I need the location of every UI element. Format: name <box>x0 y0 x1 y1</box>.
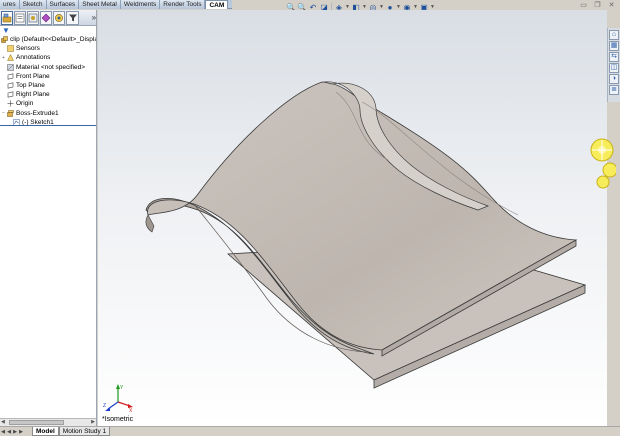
tree-root[interactable]: clip (Default<<Default>_Display <box>1 35 96 44</box>
filter-tab-icon[interactable] <box>66 10 79 25</box>
tab-features[interactable]: ures <box>0 0 20 9</box>
task-pane-tabs: ⌂ ▦ ⇆ ◫ ◑ ≣ <box>607 28 620 102</box>
close-icon[interactable]: ✕ <box>607 1 616 10</box>
tree-root-label: clip (Default<<Default>_Display <box>10 36 96 44</box>
scroll-right-icon[interactable]: ▶ <box>91 419 95 426</box>
tab-motion-study-1[interactable]: Motion Study 1 <box>58 427 111 436</box>
feature-tree-scrollbar[interactable]: ◀ ▶ <box>0 418 96 426</box>
view-palette-icon[interactable]: ◫ <box>609 63 619 73</box>
bottom-tab-bar: ◀ ◀ ▶ ▶ Model Motion Study 1 <box>0 426 620 436</box>
triad-z-label: Z <box>103 403 106 409</box>
tree-item-annotations[interactable]: + Annotations <box>1 53 96 62</box>
tree-item-label: Front Plane <box>16 72 50 80</box>
part-model[interactable] <box>98 10 607 426</box>
file-explorer-icon[interactable]: ⇆ <box>609 52 619 62</box>
appearance-callout-icon[interactable] <box>588 138 616 192</box>
part-icon <box>1 36 8 43</box>
origin-icon <box>7 100 14 107</box>
tree-item-right-plane[interactable]: Right Plane <box>1 90 96 99</box>
tab-model[interactable]: Model <box>32 427 59 436</box>
tab-scroll-arrows: ◀ ◀ ▶ ▶ <box>0 429 26 435</box>
minimize-icon[interactable]: ▭ <box>579 1 588 10</box>
triad-x-label: X <box>129 408 133 414</box>
view-orientation-label: *Isometric <box>102 416 134 423</box>
tab-cam[interactable]: CAM <box>205 0 229 9</box>
scroll-left-icon[interactable]: ◀ <box>1 419 5 426</box>
tree-item-origin[interactable]: Origin <box>1 99 96 108</box>
tree-item-sensors[interactable]: Sensors <box>1 44 96 53</box>
tab-sheet-metal[interactable]: Sheet Metal <box>79 0 121 9</box>
rollback-bar[interactable] <box>0 125 96 126</box>
graphics-area[interactable]: Y X Z *Isometric <box>98 10 607 426</box>
feature-tree-filter[interactable]: ▼ <box>0 26 96 35</box>
tree-item-label: Annotations <box>16 54 51 62</box>
tree-item-label: Right Plane <box>16 91 50 99</box>
design-library-icon[interactable]: ▦ <box>609 41 619 51</box>
tab-surfaces[interactable]: Surfaces <box>46 0 80 9</box>
tree-item-label: Origin <box>16 100 34 108</box>
tab-sketch[interactable]: Sketch <box>19 0 47 9</box>
filter-icon[interactable]: ▼ <box>2 26 10 35</box>
display-manager-tab-icon[interactable] <box>53 10 66 25</box>
reference-triad: Y X Z <box>103 384 133 414</box>
manager-tabs: » <box>0 10 96 26</box>
feature-manager-tab-icon[interactable] <box>1 10 14 25</box>
configuration-manager-tab-icon[interactable] <box>27 10 40 25</box>
sensors-icon <box>7 45 14 53</box>
curl-front-edge <box>145 214 155 233</box>
custom-properties-icon[interactable]: ≣ <box>609 85 619 95</box>
plane-icon <box>7 91 14 98</box>
last-tab-icon[interactable]: ▶ <box>18 429 24 435</box>
dimxpert-manager-tab-icon[interactable] <box>40 10 53 25</box>
plane-icon <box>7 82 14 89</box>
plane-icon <box>7 73 14 80</box>
expand-icon[interactable]: + <box>1 55 6 61</box>
command-manager-tabs: ures Sketch Surfaces Sheet Metal Weldmen… <box>0 0 232 9</box>
scrollbar-thumb[interactable] <box>9 420 64 425</box>
property-manager-tab-icon[interactable] <box>14 10 27 25</box>
extrude-icon <box>7 109 14 117</box>
feature-manager-panel: » ▼ clip (Default<<Default>_Display Sens… <box>0 10 97 426</box>
restore-icon[interactable]: ❐ <box>593 1 602 10</box>
annotations-icon <box>7 54 14 62</box>
tree-item-label: Material <not specified> <box>16 63 86 71</box>
resources-icon[interactable]: ⌂ <box>609 30 619 40</box>
window-controls: ▭ ❐ ✕ <box>579 1 616 10</box>
tab-weldments[interactable]: Weldments <box>120 0 161 9</box>
tree-item-top-plane[interactable]: Top Plane <box>1 81 96 90</box>
material-icon <box>7 63 14 71</box>
tab-render-tools[interactable]: Render Tools <box>160 0 206 9</box>
tree-item-material[interactable]: Material <not specified> <box>1 63 96 72</box>
expand-panel-icon[interactable]: » <box>92 13 96 22</box>
tree-item-label: Top Plane <box>16 82 45 90</box>
tree-item-label: Boss-Extrude1 <box>16 109 59 117</box>
appearances-icon[interactable]: ◑ <box>609 74 619 84</box>
triad-y-label: Y <box>120 385 124 391</box>
feature-tree: clip (Default<<Default>_Display Sensors … <box>0 35 96 127</box>
tree-item-boss-extrude1[interactable]: − Boss-Extrude1 <box>1 109 96 118</box>
collapse-icon[interactable]: − <box>1 110 6 116</box>
tree-item-label: Sensors <box>16 45 40 53</box>
tree-item-front-plane[interactable]: Front Plane <box>1 72 96 81</box>
